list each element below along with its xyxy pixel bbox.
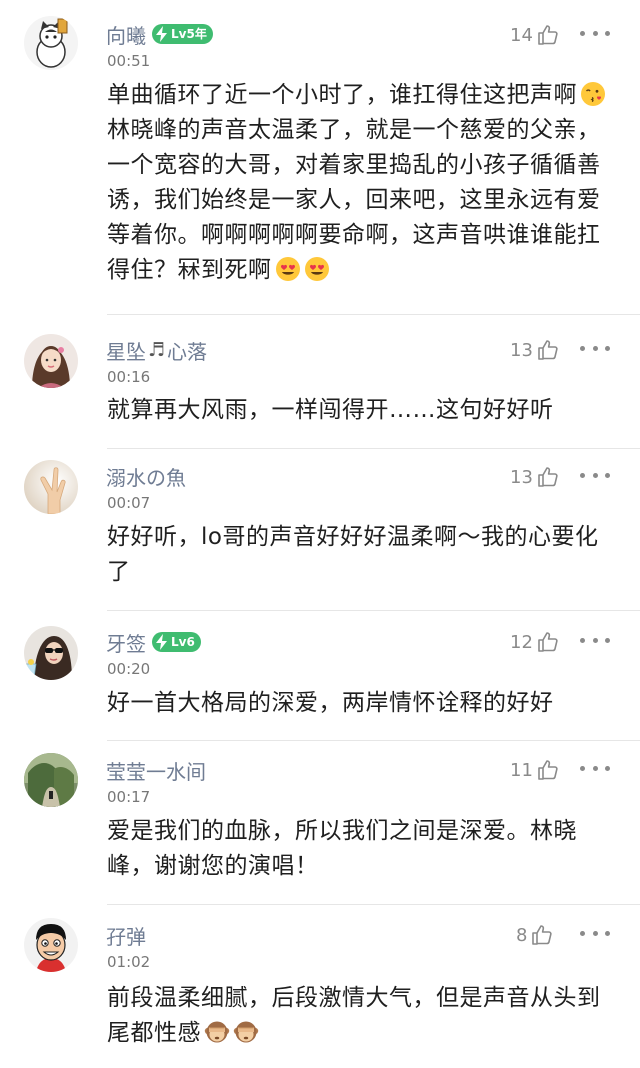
comment-text-body: 前段温柔细腻，后段激情大气，但是声音从头到尾都性感 <box>107 985 601 1046</box>
more-options-icon[interactable] <box>580 758 610 778</box>
username[interactable]: 牙签 <box>106 628 146 657</box>
comment-text: 爱是我们的血脉，所以我们之间是深爱。林晓峰，谢谢您的演唱！ <box>107 818 577 879</box>
divider <box>107 610 640 611</box>
avatar[interactable] <box>24 460 78 514</box>
like-count: 14 <box>510 24 533 46</box>
kissing-face-emoji-icon <box>580 81 606 107</box>
username-row: 溺水の魚 <box>106 460 186 492</box>
divider <box>107 904 640 905</box>
like-button[interactable]: 13 <box>510 335 560 365</box>
username-row: 星坠 ♬ 心落 <box>106 334 207 366</box>
more-options-icon[interactable] <box>580 23 610 43</box>
music-note-icon: ♬ <box>148 339 166 361</box>
avatar[interactable] <box>24 753 78 807</box>
see-no-evil-monkey-emoji-icon <box>233 1019 259 1045</box>
comment-list: 向曦 Lv5年 00:51 14 单曲循环了近一个小时了，谁扛得住这把声啊 林晓… <box>0 0 640 1068</box>
thumbs-up-icon <box>536 338 560 362</box>
timestamp: 00:07 <box>107 494 151 512</box>
avatar[interactable] <box>24 334 78 388</box>
more-options-icon[interactable] <box>580 338 610 358</box>
username[interactable]: 莹莹一水间 <box>106 756 206 785</box>
like-button[interactable]: 8 <box>516 920 554 950</box>
thumbs-up-icon <box>536 630 560 654</box>
timestamp: 01:02 <box>107 953 151 971</box>
like-count: 13 <box>510 466 533 488</box>
comment-text: 单曲循环了近一个小时了，谁扛得住这把声啊 林晓峰的声音太温柔了，就是一个慈爱的父… <box>107 78 612 288</box>
thumbs-up-icon <box>536 758 560 782</box>
comment-text: 就算再大风雨，一样闯得开……这句好好听 <box>107 397 554 423</box>
divider <box>107 740 640 741</box>
username[interactable]: 溺水の魚 <box>106 462 186 491</box>
heart-eyes-emoji-icon <box>304 256 330 282</box>
level-badge: Lv6 <box>152 632 201 652</box>
comment-text-line: 单曲循环了近一个小时了，谁扛得住这把声啊 <box>107 82 577 108</box>
thumbs-up-icon <box>530 923 554 947</box>
like-button[interactable]: 14 <box>510 20 560 50</box>
username-row: 莹莹一水间 <box>106 754 206 786</box>
level-badge-label: Lv5年 <box>171 27 207 41</box>
username[interactable]: 孖弹 <box>106 921 146 950</box>
like-count: 12 <box>510 631 533 653</box>
username-row: 牙签 Lv6 <box>106 626 201 658</box>
heart-eyes-emoji-icon <box>275 256 301 282</box>
thumbs-up-icon <box>536 23 560 47</box>
timestamp: 00:17 <box>107 788 151 806</box>
avatar[interactable] <box>24 16 78 70</box>
like-count: 11 <box>510 759 533 781</box>
more-options-icon[interactable] <box>580 465 610 485</box>
divider <box>107 314 640 315</box>
more-options-icon[interactable] <box>580 630 610 650</box>
comment-text: 好好听，lo哥的声音好好好温柔啊～我的心要化了 <box>107 524 599 585</box>
username-part-2[interactable]: 心落 <box>167 336 207 365</box>
lightning-icon <box>155 634 169 650</box>
like-count: 8 <box>516 924 528 946</box>
avatar[interactable] <box>24 626 78 680</box>
username-row: 向曦 Lv5年 <box>106 18 213 50</box>
level-badge-label: Lv6 <box>171 635 195 649</box>
timestamp: 00:51 <box>107 52 151 70</box>
more-options-icon[interactable] <box>580 923 610 943</box>
thumbs-up-icon <box>536 465 560 489</box>
comment-text: 好一首大格局的深爱，两岸情怀诠释的好好 <box>107 690 554 716</box>
comment-text-body: 林晓峰的声音太温柔了，就是一个慈爱的父亲，一个宽容的大哥，对着家里捣乱的小孩子循… <box>107 117 601 283</box>
avatar[interactable] <box>24 918 78 972</box>
level-badge: Lv5年 <box>152 24 213 44</box>
lightning-icon <box>155 26 169 42</box>
divider <box>107 448 640 449</box>
see-no-evil-monkey-emoji-icon <box>204 1019 230 1045</box>
username[interactable]: 向曦 <box>106 20 146 49</box>
username-part-1[interactable]: 星坠 <box>106 336 146 365</box>
like-count: 13 <box>510 339 533 361</box>
timestamp: 00:20 <box>107 660 151 678</box>
timestamp: 00:16 <box>107 368 151 386</box>
username-row: 孖弹 <box>106 919 146 951</box>
like-button[interactable]: 12 <box>510 627 560 657</box>
like-button[interactable]: 13 <box>510 462 560 492</box>
comment-text: 前段温柔细腻，后段激情大气，但是声音从头到尾都性感 <box>107 981 612 1051</box>
like-button[interactable]: 11 <box>510 755 560 785</box>
